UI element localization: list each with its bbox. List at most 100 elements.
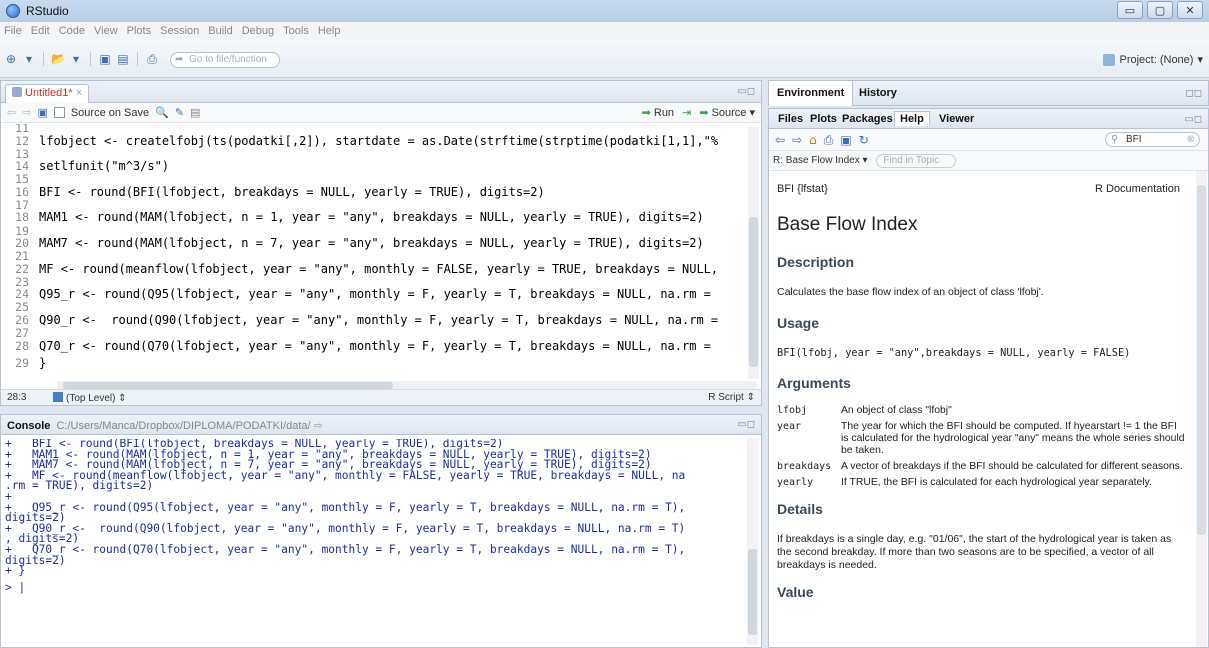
code-line: 29}	[1, 355, 745, 372]
title-bar: RStudio ▭ ▢ ✕	[0, 0, 1209, 22]
rerun-icon[interactable]: ⇥	[682, 106, 691, 119]
forward-icon[interactable]: ⇨	[22, 106, 31, 119]
line-number: 27	[15, 326, 29, 341]
arguments-heading: Arguments	[777, 375, 851, 391]
source-button[interactable]: ➡ Source ▾	[699, 106, 755, 119]
code-tools-icon[interactable]: ✎	[175, 106, 184, 119]
minimize-button[interactable]: ▭	[1117, 1, 1143, 19]
new-window-icon[interactable]: ▣	[840, 133, 851, 148]
save-icon[interactable]: ▣	[37, 106, 47, 119]
run-label: Run	[653, 107, 675, 119]
run-button[interactable]: ➡ Run	[642, 106, 674, 119]
close-button[interactable]: ✕	[1177, 1, 1203, 19]
save-all-icon[interactable]: ▤	[116, 52, 130, 66]
back-icon[interactable]: ⇦	[775, 133, 785, 148]
minimize-pane-icon[interactable]: ▭◻	[737, 419, 755, 430]
line-number: 11	[15, 124, 29, 135]
editor-vertical-scrollbar[interactable]	[748, 127, 759, 379]
help-scrollbar[interactable]	[1196, 171, 1207, 647]
topic-select-label: R: Base Flow Index	[773, 155, 860, 166]
tab-environment[interactable]: Environment	[769, 81, 854, 106]
code-line: 17	[1, 199, 745, 210]
dropdown-icon[interactable]: ▾	[69, 52, 83, 66]
print-icon[interactable]: ⎙	[824, 133, 834, 148]
print-icon[interactable]: ⎙	[145, 52, 159, 66]
scope-icon	[53, 392, 63, 402]
tab-files[interactable]: Files	[773, 112, 808, 126]
environment-pane: Environment History ◻◻	[768, 80, 1209, 106]
menu-build[interactable]: Build	[208, 25, 232, 37]
console-scrollbar[interactable]	[747, 439, 758, 645]
minimize-pane-icon[interactable]: ▭◻	[1184, 114, 1202, 125]
console-prompt[interactable]: > |	[5, 582, 743, 594]
scroll-thumb[interactable]	[749, 217, 758, 367]
close-tab-icon[interactable]: ×	[76, 87, 82, 99]
run-icon: ➡	[641, 106, 651, 119]
tab-history[interactable]: History	[851, 81, 905, 106]
search-icon[interactable]: 🔍	[155, 106, 169, 119]
toolbar-separator	[90, 52, 91, 66]
topic-select[interactable]: R: Base Flow Index ▾	[773, 155, 868, 166]
argument-description: If TRUE, the BFI is calculated for each …	[841, 477, 1152, 488]
chevron-down-icon: ▾	[1197, 54, 1203, 66]
menu-tools[interactable]: Tools	[283, 25, 309, 37]
goto-file-input[interactable]: ➦ Go to file/function	[170, 52, 280, 68]
scope-selector[interactable]: (Top Level) ⇕	[53, 392, 127, 404]
menu-help[interactable]: Help	[318, 25, 341, 37]
new-file-icon[interactable]: ⊕	[4, 52, 18, 66]
scroll-thumb[interactable]	[63, 382, 393, 389]
source-on-save-checkbox[interactable]	[53, 107, 65, 118]
compile-report-icon[interactable]: ▤	[190, 106, 200, 119]
code-line: 27	[1, 326, 745, 341]
menu-file[interactable]: File	[4, 25, 22, 37]
toolbar-icons: ⊕ ▾ 📂 ▾ ▣ ▤ ⎙	[4, 52, 159, 66]
line-number: 15	[15, 172, 29, 187]
console-line: + Q90_r <- round(Q90(lfobject, year = "a…	[5, 521, 686, 535]
maximize-button[interactable]: ▢	[1147, 1, 1173, 19]
window-controls: ▭ ▢ ✕	[1117, 1, 1203, 19]
menu-plots[interactable]: Plots	[127, 25, 151, 37]
restore-pane-icon[interactable]: ◻◻	[1185, 88, 1202, 99]
console-output[interactable]: + BFI <- round(BFI(lfobject, breakdays =…	[5, 439, 743, 645]
scroll-thumb[interactable]	[748, 549, 757, 635]
tab-viewer[interactable]: Viewer	[934, 112, 979, 126]
menu-edit[interactable]: Edit	[31, 25, 50, 37]
code-area[interactable]: 11 12 lfobject <- createlfobj(ts(podatki[,…	[1, 124, 745, 380]
dropdown-icon[interactable]: ▾	[22, 52, 36, 66]
open-file-icon[interactable]: 📂	[51, 52, 66, 66]
forward-icon[interactable]: ⇨	[792, 133, 802, 148]
clear-search-icon[interactable]: ⊗	[1187, 133, 1195, 146]
tab-help[interactable]: Help	[894, 111, 930, 126]
tab-untitled1[interactable]: Untitled1* ×	[5, 84, 90, 103]
home-icon[interactable]: ⌂	[809, 133, 817, 148]
save-icon[interactable]: ▣	[98, 52, 112, 66]
line-number: 21	[15, 249, 29, 264]
code-line: 18 MAM1 <- round(MAM(lfobject, n = 1, yea…	[1, 209, 745, 226]
menu-debug[interactable]: Debug	[242, 25, 274, 37]
scroll-thumb[interactable]	[1197, 185, 1206, 535]
menu-code[interactable]: Code	[59, 25, 85, 37]
source-on-save-label: Source on Save	[70, 106, 150, 119]
code-line: 12 lfobject <- createlfobj(ts(podatki[,2]…	[1, 133, 745, 150]
file-type-selector[interactable]: R Script ⇕	[708, 392, 755, 403]
minimize-pane-icon[interactable]: ▭◻	[737, 86, 755, 97]
go-to-directory-icon[interactable]: ⇨	[314, 420, 323, 432]
argument-row: year The year for which the BFI should b…	[777, 421, 1186, 457]
find-in-topic-input[interactable]: Find in Topic	[876, 154, 957, 168]
menu-view[interactable]: View	[94, 25, 118, 37]
help-header-row: BFI {lfstat} R Documentation	[777, 171, 1186, 199]
code-line: 25	[1, 302, 745, 313]
toolbar-separator	[43, 52, 44, 66]
project-label: Project: (None)	[1119, 53, 1194, 66]
console-pane: Console C:/Users/Manca/Dropbox/DIPLOMA/P…	[0, 414, 762, 648]
code-text: BFI <- round(BFI(lfobject, breakdays = N…	[39, 184, 545, 199]
refresh-icon[interactable]: ↻	[859, 133, 869, 148]
argument-description: An object of class "lfobj"	[841, 405, 952, 416]
code-line: 15	[1, 172, 745, 187]
menu-session[interactable]: Session	[160, 25, 199, 37]
help-search-input[interactable]: ⚲ BFI ⊗	[1105, 132, 1200, 147]
project-menu[interactable]: Project: (None) ▾	[1103, 53, 1203, 66]
code-text: Q90_r <- round(Q90(lfobject, year = "any…	[39, 313, 719, 328]
back-icon[interactable]: ⇦	[7, 106, 16, 119]
tab-packages[interactable]: Packages	[837, 112, 898, 126]
